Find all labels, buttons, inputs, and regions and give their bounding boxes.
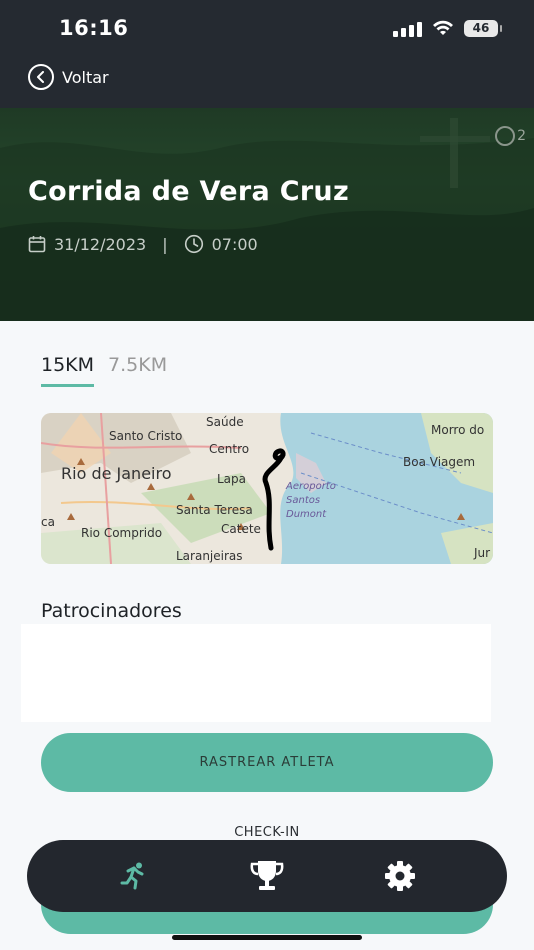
- event-hero: 2 Corrida de Vera Cruz 31/12/2023 | 07:0…: [0, 108, 534, 321]
- photo-count-badge[interactable]: 2: [495, 126, 526, 146]
- map-label: Santo Cristo: [109, 429, 182, 443]
- map-label: Morro do: [431, 423, 484, 437]
- map-label: Dumont: [286, 509, 327, 520]
- chevron-left-icon: [28, 64, 54, 90]
- trophy-icon: [250, 861, 284, 890]
- map-label: Rio Comprido: [81, 526, 162, 540]
- map-label: Jur: [473, 546, 490, 560]
- circle-icon: [495, 126, 516, 146]
- battery-icon: 46: [464, 20, 502, 37]
- map-label: Centro: [209, 442, 249, 456]
- map-label: Santa Teresa: [176, 503, 253, 517]
- map-label: Lapa: [217, 472, 246, 486]
- home-indicator: [172, 935, 362, 940]
- signal-icon: [393, 21, 422, 37]
- status-time: 16:16: [59, 16, 129, 40]
- sponsors-title: Patrocinadores: [41, 600, 182, 622]
- map-label: Boa Viagem: [403, 455, 475, 469]
- nav-trophy[interactable]: [245, 854, 289, 898]
- map-label: ca: [41, 515, 55, 529]
- event-meta: 31/12/2023 | 07:00: [28, 234, 258, 254]
- tab-15km[interactable]: 15KM: [41, 354, 95, 387]
- map-label: Rio de Janeiro: [61, 464, 172, 483]
- calendar-icon: [28, 236, 46, 253]
- map-label: Aeroporto: [285, 481, 336, 492]
- top-bar: 16:16 46 Voltar: [0, 0, 534, 108]
- route-map[interactable]: Saúde Santo Cristo Centro Morro do Rio d…: [41, 413, 493, 564]
- bottom-nav: [27, 840, 507, 912]
- distance-tabs: 15KM 7.5KM: [41, 354, 167, 387]
- sponsors-carousel[interactable]: [21, 624, 491, 722]
- hero-background-image: [0, 118, 534, 321]
- map-label: Saúde: [206, 415, 244, 429]
- running-icon: [120, 862, 144, 890]
- event-time: 07:00: [211, 234, 258, 254]
- nav-settings[interactable]: [378, 854, 422, 898]
- gear-icon: [385, 861, 416, 891]
- track-athlete-button[interactable]: RASTREAR ATLETA: [41, 733, 493, 792]
- back-label: Voltar: [62, 67, 109, 87]
- wifi-icon: [433, 20, 453, 35]
- map-label: Santos: [286, 495, 320, 506]
- battery-level: 46: [472, 21, 490, 35]
- map-label: Catete: [221, 522, 261, 536]
- event-title: Corrida de Vera Cruz: [28, 176, 349, 207]
- clock-icon: [184, 234, 203, 254]
- nav-run[interactable]: [112, 854, 156, 898]
- checkin-label: CHECK-IN: [234, 825, 300, 840]
- map-label: Laranjeiras: [176, 549, 243, 563]
- meta-separator: |: [162, 234, 168, 254]
- event-date: 31/12/2023: [54, 234, 147, 254]
- status-icons: 46: [393, 20, 502, 37]
- map-canvas: Saúde Santo Cristo Centro Morro do Rio d…: [41, 413, 493, 564]
- back-button[interactable]: Voltar: [28, 64, 109, 90]
- tab-7-5km[interactable]: 7.5KM: [108, 354, 167, 387]
- photo-count: 2: [517, 128, 526, 144]
